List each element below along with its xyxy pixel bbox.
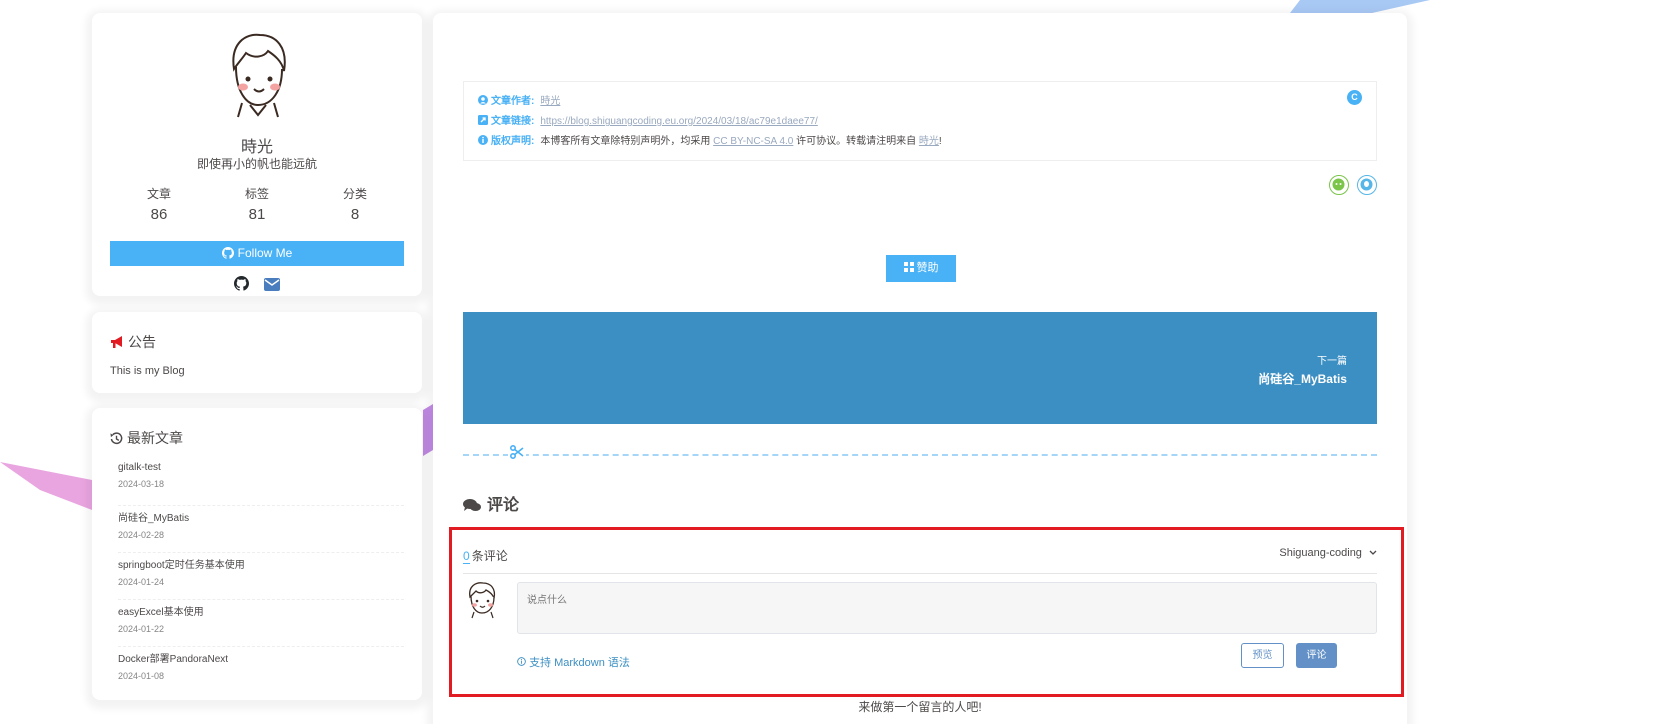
- email-icon[interactable]: [264, 278, 281, 294]
- announcement-title-text: 公告: [128, 334, 156, 350]
- preview-button[interactable]: 预览: [1241, 643, 1284, 668]
- author-avatar: [232, 33, 286, 118]
- qq-share-icon[interactable]: [1357, 175, 1377, 195]
- stat-value: 8: [350, 206, 360, 223]
- author-stats: 文章 86 标签 81 分类 8: [110, 185, 404, 223]
- copyright-license-key-text: 版权声明:: [491, 136, 535, 147]
- stat-categories[interactable]: 分类 8: [306, 185, 404, 223]
- copyright-author-row: 文章作者: 時光: [478, 92, 1362, 112]
- recent-posts-title: 最新文章: [110, 428, 183, 448]
- info-circle-icon: [478, 135, 488, 145]
- post-main-card: 文章作者: 時光 文章链接: https://blog.shiguangcoding…: [433, 13, 1407, 724]
- license-suffix: !: [938, 136, 942, 147]
- recent-post-title[interactable]: gitalk-test: [118, 462, 404, 473]
- bullhorn-icon: [111, 336, 122, 348]
- history-icon: [110, 432, 123, 445]
- announcement-text: This is my Blog: [110, 365, 185, 377]
- stat-label: 标签: [244, 187, 269, 201]
- reward-label: 赞助: [916, 262, 939, 274]
- chevron-down-icon: [1369, 550, 1377, 555]
- announcement-card: 公告 This is my Blog: [92, 312, 422, 393]
- stat-label: 分类: [342, 187, 367, 201]
- copyright-link-row: 文章链接: https://blog.shiguangcoding.eu.org/…: [478, 112, 1362, 132]
- reward-button[interactable]: 赞助: [886, 255, 956, 282]
- recent-post-date: 2024-01-08: [118, 671, 165, 681]
- copyright-badge-icon: C: [1347, 90, 1362, 105]
- markdown-hint-link[interactable]: 支持 Markdown 语法: [517, 654, 630, 670]
- comment-count-number: 0: [463, 549, 470, 564]
- scissors-icon: [508, 444, 526, 462]
- no-comments-tip: 来做第一个留言的人吧!: [858, 700, 982, 714]
- stat-tags[interactable]: 标签 81: [208, 185, 306, 223]
- copyright-post-url[interactable]: https://blog.shiguangcoding.eu.org/2024/…: [540, 116, 817, 127]
- license-link[interactable]: CC BY-NC-SA 4.0: [713, 136, 793, 147]
- recent-posts-list: gitalk-test 2024-03-18 尚硅谷_MyBatis 2024-…: [118, 459, 404, 694]
- comment-count-suffix: 条评论: [471, 549, 508, 563]
- recent-post-title[interactable]: Docker部署PandoraNext: [118, 650, 404, 665]
- user-circle-icon: [478, 95, 488, 105]
- copyright-link-key: 文章链接:: [478, 115, 535, 127]
- comment-header-divider: [463, 573, 1377, 574]
- license-author-link[interactable]: 時光: [919, 136, 939, 147]
- qrcode-icon: [903, 262, 914, 272]
- recent-post-date: 2024-01-22: [118, 624, 165, 634]
- follow-me-button[interactable]: Follow Me: [110, 241, 404, 266]
- comment-count: 0 条评论: [463, 547, 508, 564]
- comments-heading: 评论: [463, 491, 519, 515]
- recent-posts-title-text: 最新文章: [127, 430, 183, 446]
- comment-divider: [463, 454, 1377, 456]
- recent-post-item[interactable]: Docker部署PandoraNext 2024-01-08: [118, 647, 404, 694]
- recent-post-date: 2024-03-18: [118, 479, 165, 489]
- info-circle-icon: [517, 657, 526, 666]
- recent-posts-card: 最新文章 gitalk-test 2024-03-18 尚硅谷_MyBatis …: [92, 408, 422, 700]
- submit-comment-button[interactable]: 评论: [1296, 643, 1337, 668]
- follow-me-label: Follow Me: [237, 246, 293, 260]
- license-prefix: 本博客所有文章除特别声明外，均采用: [540, 136, 711, 147]
- recent-post-item[interactable]: springboot定时任务基本使用 2024-01-24: [118, 553, 404, 600]
- recent-post-item[interactable]: easyExcel基本使用 2024-01-22: [118, 600, 404, 647]
- comment-textarea[interactable]: [517, 582, 1377, 634]
- recent-post-item[interactable]: gitalk-test 2024-03-18: [118, 459, 404, 506]
- copyright-author-key: 文章作者:: [478, 95, 535, 107]
- recent-post-title[interactable]: easyExcel基本使用: [118, 603, 404, 618]
- copyright-author-link[interactable]: 時光: [540, 96, 560, 107]
- wechat-share-icon[interactable]: [1328, 175, 1349, 195]
- share-buttons: [1324, 175, 1377, 196]
- stat-value: 86: [150, 206, 168, 223]
- github-icon: [221, 247, 234, 259]
- copyright-license-row: 版权声明: 本博客所有文章除特别声明外，均采用 CC BY-NC-SA 4.0 许…: [478, 132, 1362, 152]
- comments-heading-text: 评论: [487, 497, 520, 514]
- copyright-link-key-text: 文章链接:: [491, 116, 535, 127]
- github-icon[interactable]: [233, 276, 249, 294]
- recent-post-date: 2024-01-24: [118, 577, 165, 587]
- post-copyright: 文章作者: 時光 文章链接: https://blog.shiguangcoding…: [463, 81, 1377, 161]
- user-name: Shiguang-coding: [1279, 547, 1362, 559]
- author-card: 時光 即使再小的帆也能远航 文章 86 标签 81 分类 8 Follow Me: [92, 13, 422, 296]
- license-middle: 许可协议。转载请注明来自: [796, 136, 917, 147]
- stat-label: 文章: [146, 187, 171, 201]
- copyright-license-key: 版权声明:: [478, 135, 535, 147]
- stat-value: 81: [248, 206, 266, 223]
- markdown-hint-text: 支持 Markdown 语法: [529, 657, 630, 669]
- copyright-author-key-text: 文章作者:: [491, 96, 535, 107]
- recent-post-title[interactable]: 尚硅谷_MyBatis: [118, 509, 404, 524]
- stat-articles[interactable]: 文章 86: [110, 185, 208, 223]
- recent-post-title[interactable]: springboot定时任务基本使用: [118, 556, 404, 571]
- comments-icon: [463, 499, 481, 511]
- next-post-title: 尚硅谷_MyBatis: [1258, 372, 1347, 386]
- social-links: [92, 276, 422, 294]
- announcement-title: 公告: [110, 332, 156, 352]
- next-post-label: 下一篇: [1317, 356, 1347, 367]
- user-avatar: [469, 582, 496, 619]
- user-menu-dropdown[interactable]: Shiguang-coding: [1279, 547, 1377, 559]
- recent-post-date: 2024-02-28: [118, 530, 165, 540]
- next-post-link[interactable]: 下一篇 尚硅谷_MyBatis: [463, 312, 1377, 424]
- recent-post-item[interactable]: 尚硅谷_MyBatis 2024-02-28: [118, 506, 404, 553]
- author-name: 時光: [240, 139, 273, 156]
- author-description: 即使再小的帆也能远航: [196, 157, 317, 171]
- external-link-icon: [478, 115, 488, 125]
